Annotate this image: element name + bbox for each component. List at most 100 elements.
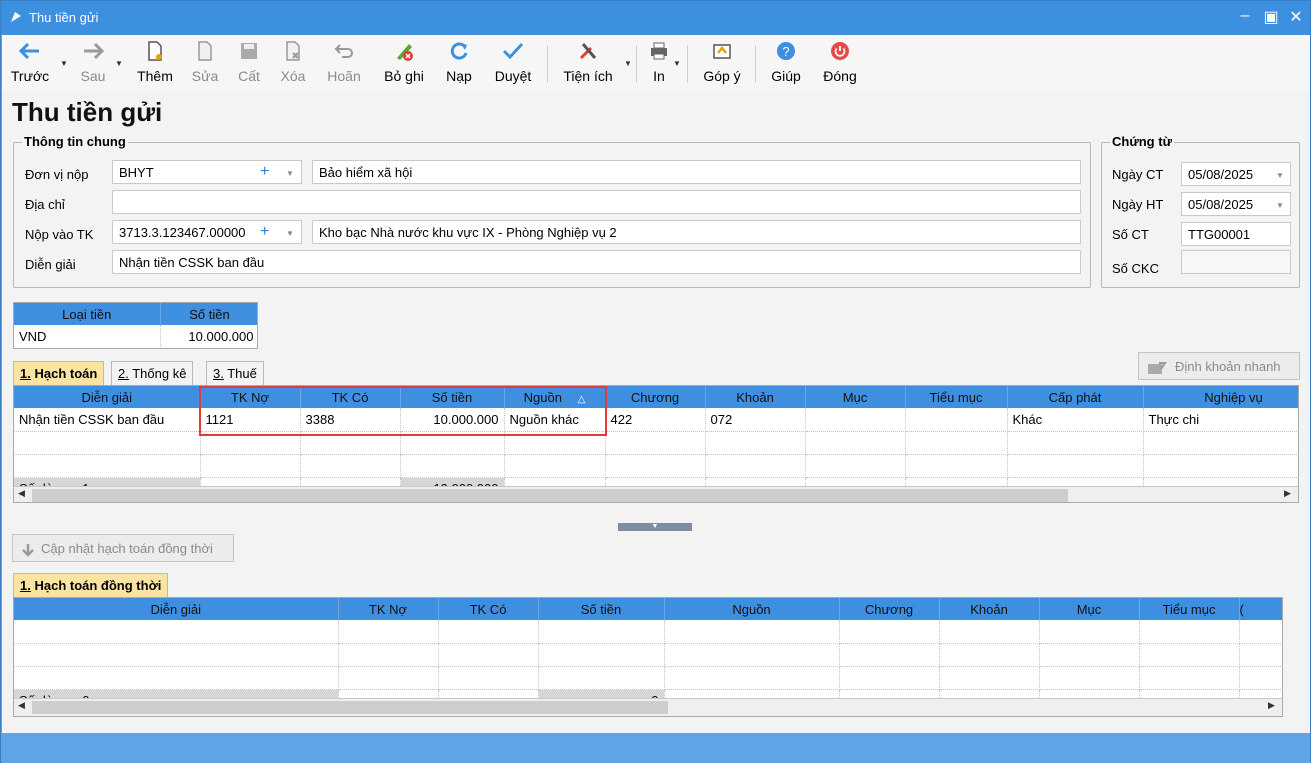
cell-allocation[interactable]: Khác bbox=[1007, 408, 1144, 432]
next-dropdown-icon[interactable]: ▼ bbox=[115, 59, 123, 68]
utilities-dropdown-icon[interactable]: ▼ bbox=[624, 59, 632, 68]
tab-thong-ke[interactable]: 2. Thống kê bbox=[111, 361, 194, 385]
post-date-dropdown-icon[interactable]: ▼ bbox=[1276, 201, 1284, 210]
close-window-icon[interactable]: ✕ bbox=[1284, 7, 1308, 27]
table-row-empty[interactable] bbox=[14, 620, 1282, 644]
payer-code-combo[interactable]: BHYT bbox=[112, 160, 302, 184]
post-date-field[interactable]: 05/08/2025 bbox=[1181, 192, 1291, 216]
voucher-date-field[interactable]: 05/08/2025 bbox=[1181, 162, 1291, 186]
quick-entry-button[interactable]: Định khoản nhanh bbox=[1138, 352, 1300, 380]
cell-description[interactable]: Nhận tiền CSSK ban đầu bbox=[14, 408, 201, 432]
unpost-pen-icon bbox=[397, 44, 413, 61]
utilities-button[interactable]: Tiện ích bbox=[560, 39, 616, 89]
floppy-disk-icon bbox=[241, 43, 257, 59]
horizontal-scrollbar[interactable]: ◀ ▶ bbox=[14, 698, 1282, 716]
prev-dropdown-icon[interactable]: ▼ bbox=[60, 59, 68, 68]
voucher-date-dropdown-icon[interactable]: ▼ bbox=[1276, 171, 1284, 180]
maximize-icon[interactable]: ▣ bbox=[1259, 7, 1283, 27]
col-description[interactable]: Diễn giải bbox=[14, 386, 201, 408]
col-description[interactable]: Diễn giải bbox=[14, 598, 339, 620]
description-field[interactable]: Nhận tiền CSSK ban đầu bbox=[112, 250, 1081, 274]
tab-hach-toan-dong-thoi[interactable]: 1. Hạch toán đồng thời bbox=[13, 573, 169, 597]
close-button[interactable]: Đóng bbox=[820, 39, 860, 89]
arrow-right-icon bbox=[84, 42, 104, 60]
table-row-empty[interactable] bbox=[14, 666, 1282, 690]
currency-amount-cell[interactable]: 10.000.000 bbox=[160, 325, 257, 348]
col-subsection[interactable]: Tiểu mục bbox=[1139, 598, 1240, 620]
col-section[interactable]: Mục bbox=[805, 386, 906, 408]
account-no-combo[interactable]: 3713.3.123467.00000 bbox=[112, 220, 302, 244]
scroll-thumb[interactable] bbox=[32, 701, 668, 714]
horizontal-scrollbar[interactable]: ◀ ▶ bbox=[14, 486, 1298, 502]
print-button[interactable]: In bbox=[644, 39, 674, 89]
splitter-handle[interactable]: ▼ bbox=[618, 523, 692, 531]
cell-chapter[interactable]: 422 bbox=[605, 408, 706, 432]
cell-subsection[interactable] bbox=[905, 408, 1008, 432]
voucher-legend: Chứng từ bbox=[1110, 134, 1174, 149]
account-dropdown-icon[interactable]: ▼ bbox=[286, 229, 294, 238]
scroll-left-icon[interactable]: ◀ bbox=[18, 700, 25, 711]
approve-button[interactable]: Duyệt bbox=[491, 39, 535, 89]
general-info-group: Thông tin chung Đơn vị nộp BHYT + ▼ Bảo … bbox=[13, 134, 1091, 288]
col-item[interactable]: Khoản bbox=[705, 386, 806, 408]
tab-thue[interactable]: 3. Thuế bbox=[206, 361, 264, 385]
table-row[interactable]: VND 10.000.000 bbox=[14, 325, 257, 348]
cell-operation[interactable]: Thực chi bbox=[1143, 408, 1298, 432]
simultaneous-grid: Diễn giải TK Nợ TK Có Số tiền Nguồn Chươ… bbox=[13, 597, 1283, 717]
address-field[interactable] bbox=[112, 190, 1081, 214]
col-amount[interactable]: Số tiền bbox=[538, 598, 665, 620]
col-chapter[interactable]: Chương bbox=[839, 598, 940, 620]
address-label: Địa chỉ bbox=[25, 197, 65, 212]
prev-button[interactable]: Trước bbox=[10, 39, 50, 89]
save-button[interactable]: Cất bbox=[235, 39, 263, 89]
scroll-left-icon[interactable]: ◀ bbox=[18, 488, 25, 499]
currency-amount-header: Số tiền bbox=[160, 303, 257, 325]
col-source[interactable]: Nguồn bbox=[664, 598, 840, 620]
table-row-empty[interactable] bbox=[14, 454, 1298, 478]
scroll-right-icon[interactable]: ▶ bbox=[1284, 488, 1291, 499]
down-arrow-icon bbox=[22, 543, 34, 557]
edit-document-icon bbox=[198, 41, 212, 61]
cell-section[interactable] bbox=[805, 408, 906, 432]
payer-dropdown-icon[interactable]: ▼ bbox=[286, 169, 294, 178]
col-operation[interactable]: Nghiệp vụ bbox=[1143, 386, 1298, 408]
update-simultaneous-button[interactable]: Cập nhật hạch toán đồng thời bbox=[12, 534, 234, 562]
col-item[interactable]: Khoản bbox=[939, 598, 1040, 620]
tab-hach-toan[interactable]: 1. Hạch toán bbox=[13, 361, 105, 385]
payer-name-field[interactable]: Bảo hiểm xã hội bbox=[312, 160, 1081, 184]
help-button[interactable]: ? Giúp bbox=[768, 39, 804, 89]
add-payer-icon[interactable]: + bbox=[260, 163, 269, 181]
add-account-icon[interactable]: + bbox=[260, 223, 269, 241]
col-chapter[interactable]: Chương bbox=[605, 386, 706, 408]
unpost-button[interactable]: Bỏ ghi bbox=[380, 39, 428, 89]
col-more[interactable]: ( bbox=[1239, 598, 1282, 620]
next-button[interactable]: Sau bbox=[76, 39, 110, 89]
edit-button[interactable]: Sửa bbox=[190, 39, 220, 89]
table-row-empty[interactable] bbox=[14, 643, 1282, 667]
ckc-label: Số CKC bbox=[1112, 261, 1159, 276]
print-dropdown-icon[interactable]: ▼ bbox=[673, 59, 681, 68]
feedback-button[interactable]: Góp ý bbox=[700, 39, 744, 89]
col-allocation[interactable]: Cấp phát bbox=[1007, 386, 1144, 408]
col-credit-account[interactable]: TK Có bbox=[438, 598, 539, 620]
reload-button[interactable]: Nạp bbox=[442, 39, 476, 89]
col-subsection[interactable]: Tiểu mục bbox=[905, 386, 1008, 408]
add-button[interactable]: Thêm bbox=[135, 39, 175, 89]
scroll-right-icon[interactable]: ▶ bbox=[1268, 700, 1275, 711]
toolbar-separator bbox=[636, 45, 637, 83]
minimize-icon[interactable]: – bbox=[1233, 7, 1257, 25]
account-name-field[interactable]: Kho bạc Nhà nước khu vực IX - Phòng Nghi… bbox=[312, 220, 1081, 244]
delete-button[interactable]: Xóa bbox=[277, 39, 309, 89]
cell-item[interactable]: 072 bbox=[705, 408, 806, 432]
col-section[interactable]: Mục bbox=[1039, 598, 1140, 620]
feedback-icon bbox=[713, 44, 731, 59]
currency-type-cell[interactable]: VND bbox=[14, 325, 161, 348]
voucher-no-field[interactable]: TTG00001 bbox=[1181, 222, 1291, 246]
currency-table: Loại tiền Số tiền VND 10.000.000 bbox=[13, 302, 258, 349]
ckc-field[interactable] bbox=[1181, 250, 1291, 274]
new-document-icon bbox=[148, 41, 162, 61]
undo-button[interactable]: Hoãn bbox=[324, 39, 364, 89]
scroll-thumb[interactable] bbox=[32, 489, 1068, 502]
svg-text:?: ? bbox=[782, 44, 789, 59]
col-debit-account[interactable]: TK Nợ bbox=[338, 598, 439, 620]
